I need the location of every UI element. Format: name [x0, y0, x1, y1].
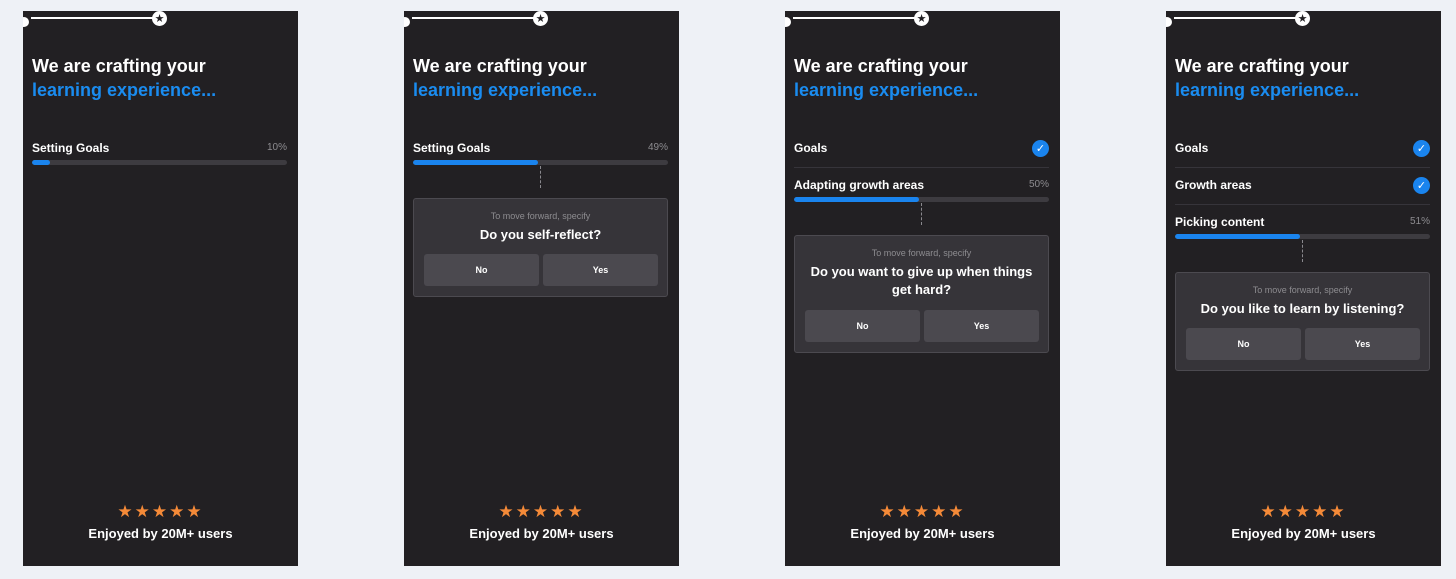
rating-text: Enjoyed by 20M+ users — [88, 526, 233, 541]
page-title: We are crafting your learning experience… — [1175, 54, 1430, 102]
no-button[interactable]: No — [424, 254, 539, 286]
step-label: Growth areas — [1175, 178, 1252, 192]
check-icon: ✓ — [1413, 177, 1430, 194]
connector-dashes — [921, 203, 922, 225]
title-line-1: We are crafting your — [32, 56, 206, 76]
progress-track — [413, 160, 668, 165]
divider — [1175, 204, 1430, 205]
rating-stars: ★★★★★ — [498, 502, 585, 522]
step-label: Goals — [1175, 141, 1209, 155]
check-icon: ✓ — [1032, 140, 1049, 157]
question-card: To move forward, specify Do you self-ref… — [413, 198, 668, 297]
star-icon: ★ — [914, 11, 929, 26]
progress-fill — [32, 160, 50, 165]
page-title: We are crafting your learning experience… — [32, 54, 287, 102]
progress-start-dot — [23, 17, 29, 27]
title-line-1: We are crafting your — [794, 56, 968, 76]
yes-button[interactable]: Yes — [543, 254, 658, 286]
top-progress-line — [793, 17, 921, 19]
step-percent: 49% — [647, 142, 668, 153]
question-hint: To move forward, specify — [1252, 285, 1353, 295]
question-text: Do you want to give up when things get h… — [810, 264, 1033, 297]
question-text: Do you self-reflect? — [479, 227, 602, 242]
question-hint: To move forward, specify — [871, 248, 972, 258]
onboarding-screen-4: ★ We are crafting your learning experien… — [1166, 11, 1441, 566]
top-progress-line — [31, 17, 159, 19]
page-title: We are crafting your learning experience… — [794, 54, 1049, 102]
title-line-2: learning experience... — [794, 80, 979, 100]
step-label: Goals — [794, 141, 828, 155]
connector-dashes — [1302, 240, 1303, 262]
onboarding-screen-2: ★ We are crafting your learning experien… — [404, 11, 679, 566]
rating-stars: ★★★★★ — [1260, 502, 1347, 522]
question-card: To move forward, specify Do you like to … — [1175, 272, 1430, 371]
title-line-2: learning experience... — [413, 80, 598, 100]
rating-stars: ★★★★★ — [879, 502, 966, 522]
step-label: Picking content — [1175, 215, 1265, 229]
divider — [1175, 167, 1430, 168]
step-label: Setting Goals — [32, 141, 110, 155]
yes-button[interactable]: Yes — [924, 310, 1039, 342]
rating-text: Enjoyed by 20M+ users — [469, 526, 614, 541]
yes-button[interactable]: Yes — [1305, 328, 1420, 360]
step-label: Setting Goals — [413, 141, 491, 155]
top-progress-line — [1174, 17, 1302, 19]
progress-start-dot — [785, 17, 791, 27]
star-icon: ★ — [152, 11, 167, 26]
step-label: Adapting growth areas — [794, 178, 925, 192]
rating-text: Enjoyed by 20M+ users — [850, 526, 995, 541]
progress-track — [1175, 234, 1430, 239]
divider — [794, 167, 1049, 168]
title-line-2: learning experience... — [1175, 80, 1360, 100]
question-card: To move forward, specify Do you want to … — [794, 235, 1049, 353]
no-button[interactable]: No — [1186, 328, 1301, 360]
progress-fill — [1175, 234, 1300, 239]
rating-text: Enjoyed by 20M+ users — [1231, 526, 1376, 541]
title-line-2: learning experience... — [32, 80, 217, 100]
progress-track — [794, 197, 1049, 202]
step-percent: 10% — [266, 142, 287, 153]
connector-dashes — [540, 166, 541, 188]
check-icon: ✓ — [1413, 140, 1430, 157]
title-line-1: We are crafting your — [1175, 56, 1349, 76]
onboarding-screen-1: ★ We are crafting your learning experien… — [23, 11, 298, 566]
progress-fill — [413, 160, 538, 165]
star-icon: ★ — [533, 11, 548, 26]
step-percent: 51% — [1409, 216, 1430, 227]
page-title: We are crafting your learning experience… — [413, 54, 668, 102]
no-button[interactable]: No — [805, 310, 920, 342]
question-text: Do you like to learn by listening? — [1200, 301, 1405, 316]
progress-track — [32, 160, 287, 165]
question-hint: To move forward, specify — [490, 211, 591, 221]
top-progress-line — [412, 17, 540, 19]
onboarding-screen-3: ★ We are crafting your learning experien… — [785, 11, 1060, 566]
progress-fill — [794, 197, 919, 202]
progress-start-dot — [404, 17, 410, 27]
step-percent: 50% — [1028, 179, 1049, 190]
rating-stars: ★★★★★ — [117, 502, 204, 522]
progress-start-dot — [1166, 17, 1172, 27]
title-line-1: We are crafting your — [413, 56, 587, 76]
star-icon: ★ — [1295, 11, 1310, 26]
